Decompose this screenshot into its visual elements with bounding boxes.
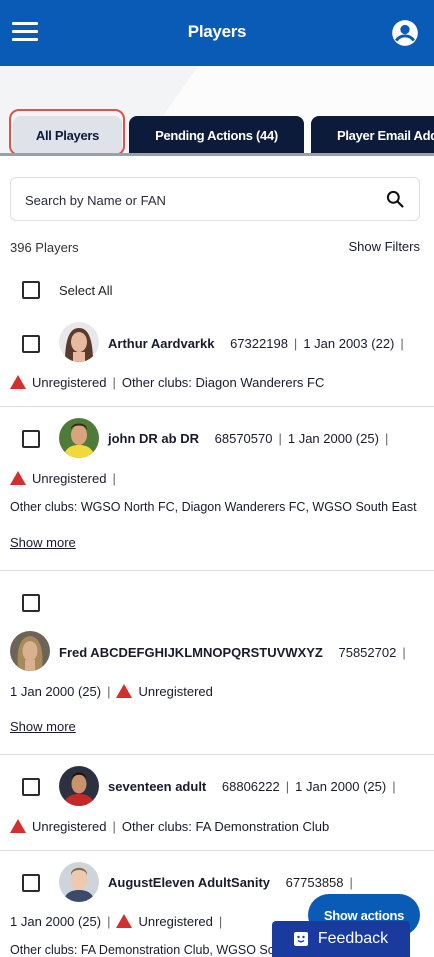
warning-triangle-icon: [116, 684, 133, 698]
player-status-line: Unregistered |: [10, 471, 122, 486]
player-dob: 1 Jan 2000 (25): [10, 914, 102, 929]
player-avatar: [59, 418, 99, 458]
player-dob: 1 Jan 2000 (25): [287, 431, 379, 446]
player-info-line: seventeen adult 68806222 | 1 Jan 2000 (25)…: [108, 779, 396, 794]
player-checkbox[interactable]: [22, 335, 40, 353]
player-name[interactable]: Fred ABCDEFGHIJKLMNOPQRSTUVWXYZ: [59, 645, 323, 660]
warning-triangle-icon: [10, 819, 26, 833]
account-circle-icon[interactable]: [391, 19, 419, 47]
player-name[interactable]: seventeen adult: [108, 779, 206, 794]
warning-triangle-icon: [10, 375, 26, 389]
other-clubs: Other clubs: WGSO North FC, Diagon Wande…: [10, 500, 417, 514]
feedback-icon: [293, 932, 308, 946]
player-status-line: Unregistered | Other clubs: Diagon Wandere…: [10, 375, 324, 390]
registration-status: Unregistered: [32, 471, 107, 486]
player-count: 396 Players: [10, 240, 79, 255]
registration-status: Unregistered: [32, 819, 107, 834]
row-divider: [0, 754, 434, 755]
show-filters-link[interactable]: Show Filters: [348, 239, 420, 254]
feedback-button[interactable]: Feedback: [272, 921, 410, 957]
player-info-line: john DR ab DR 68570570 | 1 Jan 2000 (25) |: [108, 431, 389, 446]
player-status-line: Unregistered | Other clubs: FA Demonstrati…: [10, 819, 329, 834]
page-title: Players: [187, 22, 247, 41]
player-avatar: [59, 862, 99, 902]
player-avatar: [59, 766, 99, 806]
player-name[interactable]: Arthur Aardvarkk: [108, 336, 214, 351]
tab-pending-actions[interactable]: Pending Actions (44): [129, 116, 304, 154]
player-avatar: [10, 631, 50, 671]
show-more-link[interactable]: Show more: [10, 719, 76, 734]
player-fan: 67322198: [230, 336, 288, 351]
registration-status: Unregistered: [138, 684, 213, 699]
player-status-line: 1 Jan 2000 (25) | Unregistered |: [10, 914, 223, 929]
player-info-line: Fred ABCDEFGHIJKLMNOPQRSTUVWXYZ 75852702…: [59, 645, 406, 660]
row-divider: [0, 570, 434, 571]
player-checkbox[interactable]: [22, 430, 40, 448]
other-clubs: Other clubs: FA Demonstration Club: [121, 819, 330, 834]
player-info-line: AugustEleven AdultSanity 67753858 |: [108, 875, 353, 890]
player-fan: 68570570: [214, 431, 273, 446]
registration-status: Unregistered: [138, 914, 213, 929]
feedback-label: Feedback: [317, 930, 389, 947]
select-all-label: Select All: [59, 283, 113, 298]
player-checkbox[interactable]: [22, 594, 40, 612]
player-name[interactable]: john DR ab DR: [108, 431, 199, 446]
row-divider: [0, 406, 434, 407]
warning-triangle-icon: [10, 471, 26, 485]
registration-status: Unregistered: [32, 375, 107, 390]
tab-underline: [0, 153, 434, 156]
warning-triangle-icon: [116, 914, 133, 928]
player-info-line: Arthur Aardvarkk 67322198 | 1 Jan 2003 (22…: [108, 336, 404, 351]
player-dob: 1 Jan 2000 (25): [10, 684, 102, 699]
top-app-bar: Players: [0, 0, 434, 66]
row-divider: [0, 850, 434, 851]
player-fan: 67753858: [285, 875, 344, 890]
player-dob: 1 Jan 2000 (25): [295, 779, 387, 794]
search-icon[interactable]: [385, 189, 405, 209]
tab-player-email-addresses[interactable]: Player Email Add: [311, 116, 434, 154]
player-avatar: [59, 322, 99, 362]
show-more-link[interactable]: Show more: [10, 535, 76, 550]
player-fan: 75852702: [338, 645, 397, 660]
search-box: [10, 177, 420, 221]
search-input[interactable]: [25, 189, 365, 211]
player-checkbox[interactable]: [22, 874, 40, 892]
select-all-checkbox[interactable]: [22, 281, 40, 299]
tab-all-players[interactable]: All Players: [13, 116, 122, 154]
player-checkbox[interactable]: [22, 778, 40, 796]
player-status-line: 1 Jan 2000 (25) | Unregistered: [10, 684, 213, 699]
player-dob: 1 Jan 2003 (22): [303, 336, 395, 351]
player-fan: 68806222: [221, 779, 280, 794]
player-name[interactable]: AugustEleven AdultSanity: [108, 875, 270, 890]
other-clubs: Other clubs: FA Demonstration Club, WGSO…: [10, 943, 274, 957]
other-clubs: Other clubs: Diagon Wanderers FC: [121, 375, 325, 390]
